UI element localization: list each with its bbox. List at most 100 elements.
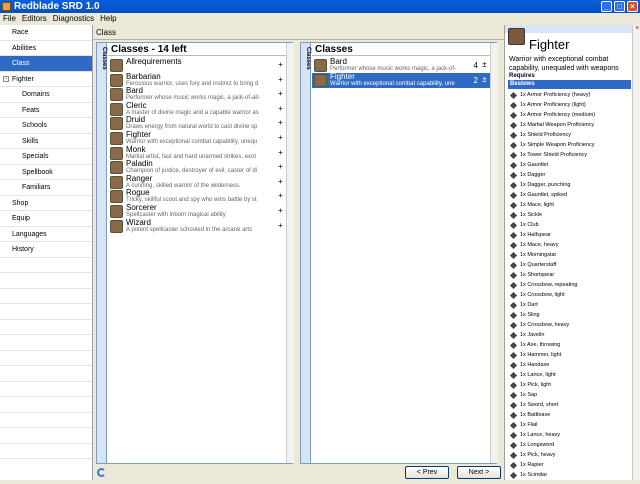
bestows-item: 1x Martial Weapon Proficiency bbox=[511, 120, 594, 130]
add-class-button[interactable]: + bbox=[277, 119, 284, 127]
class-row[interactable]: Ranger A cunning, skilled warrior of the … bbox=[108, 175, 286, 190]
bestows-item: 1x Dart bbox=[511, 300, 538, 310]
sidebar-item-equip[interactable]: Equip bbox=[0, 211, 92, 227]
add-class-button[interactable]: + bbox=[277, 221, 284, 230]
class-level-count: 4 bbox=[473, 61, 478, 70]
bestows-item: 1x Handaxe bbox=[511, 360, 549, 370]
empty-row bbox=[0, 304, 92, 320]
class-row[interactable]: Rogue Tricky, skillful scout and spy who … bbox=[108, 189, 286, 204]
sidebar-item-label: Skills bbox=[22, 137, 39, 145]
bestows-item: 1x Longsword bbox=[511, 440, 554, 450]
prev-button[interactable]: < Prev bbox=[405, 466, 449, 479]
close-icon[interactable]: × bbox=[633, 25, 640, 33]
class-portrait-icon bbox=[110, 102, 123, 116]
sidebar-item-languages[interactable]: Languages bbox=[0, 227, 92, 242]
empty-row bbox=[0, 258, 92, 273]
class-portrait-icon bbox=[110, 146, 123, 160]
window-title: Redblade SRD 1.0 bbox=[14, 1, 100, 12]
sidebar-item-domains[interactable]: Domains bbox=[0, 87, 92, 103]
bestows-item: 1x Sling bbox=[511, 310, 540, 320]
class-row[interactable]: Bard Performer whose music works magic, a… bbox=[108, 87, 286, 102]
sidebar-item-shop[interactable]: Shop bbox=[0, 196, 92, 211]
divider bbox=[93, 39, 504, 40]
class-row[interactable]: Druid Draws energy from natural world to … bbox=[108, 116, 286, 131]
sidebar-item-abilities[interactable]: Abilities bbox=[0, 41, 92, 56]
class-name: Sorcerer bbox=[126, 204, 157, 212]
class-row[interactable]: Monk Martial artist, fast and hard unarme… bbox=[108, 146, 286, 161]
class-row[interactable]: Fighter Warrior with exceptional combat c… bbox=[312, 72, 490, 88]
class-row[interactable]: Barbarian Ferocious warrior, uses fury an… bbox=[108, 73, 286, 88]
left-scrollbar[interactable] bbox=[286, 43, 294, 463]
class-row[interactable]: Allrequirements + bbox=[108, 58, 286, 73]
minimize-button[interactable]: _ bbox=[601, 1, 612, 12]
class-portrait-icon bbox=[110, 205, 123, 218]
class-portrait-icon bbox=[110, 219, 123, 233]
menu-help[interactable]: Help bbox=[100, 13, 116, 24]
class-portrait-icon bbox=[110, 190, 123, 204]
sidebar-item-label: Feats bbox=[22, 106, 40, 114]
sidebar-item-label: History bbox=[12, 246, 34, 253]
close-button[interactable]: × bbox=[627, 1, 638, 12]
sidebar-item-spellbook[interactable]: Spellbook bbox=[0, 165, 92, 180]
class-row[interactable]: Sorcerer Spellcaster with inborn magical … bbox=[108, 204, 286, 219]
add-class-button[interactable]: + bbox=[277, 134, 284, 142]
empty-row bbox=[0, 366, 92, 382]
class-portrait-icon bbox=[110, 59, 123, 72]
collapse-icon[interactable]: - bbox=[3, 75, 9, 82]
bestows-item: 1x Halfspear bbox=[511, 230, 551, 240]
empty-row bbox=[0, 397, 92, 413]
requires-heading: Requires bbox=[509, 73, 535, 79]
class-row[interactable]: Bard Performer whose music works magic, a… bbox=[312, 58, 490, 73]
menu-diagnostics[interactable]: Diagnostics bbox=[53, 13, 94, 24]
add-class-button[interactable]: + bbox=[277, 163, 284, 171]
add-class-button[interactable]: + bbox=[277, 61, 284, 69]
class-name: Ranger bbox=[126, 174, 153, 183]
sidebar-item-specials[interactable]: Specials bbox=[0, 149, 92, 165]
sidebar-item-history[interactable]: History bbox=[0, 242, 92, 258]
empty-row bbox=[0, 273, 92, 289]
add-class-button[interactable]: + bbox=[277, 177, 284, 186]
class-name: Paladin bbox=[126, 160, 153, 169]
class-name: Monk bbox=[126, 145, 146, 154]
menu-file[interactable]: File bbox=[3, 13, 16, 24]
class-row[interactable]: Fighter Warrior with exceptional combat c… bbox=[108, 131, 286, 146]
sidebar-item-race[interactable]: Race bbox=[0, 25, 92, 41]
sidebar-item-familiars[interactable]: Familiars bbox=[0, 180, 92, 196]
tab-classes-left[interactable]: Classes bbox=[97, 43, 107, 463]
next-button[interactable]: Next > bbox=[457, 466, 501, 479]
add-class-button[interactable]: + bbox=[277, 104, 284, 113]
empty-row bbox=[0, 351, 92, 366]
sidebar-item-label: Fighter bbox=[12, 75, 34, 83]
class-portrait-icon bbox=[314, 59, 327, 72]
add-class-button[interactable]: + bbox=[277, 90, 284, 98]
bestows-item: 1x Sword, short bbox=[511, 400, 558, 410]
sidebar-item-class[interactable]: Class bbox=[0, 56, 92, 72]
sidebar-item-feats[interactable]: Feats bbox=[0, 103, 92, 118]
class-row[interactable]: Cleric A master of divine magic and a cap… bbox=[108, 102, 286, 117]
sidebar-item-skills[interactable]: Skills bbox=[0, 134, 92, 149]
detail-scrollbar[interactable]: × bbox=[632, 25, 640, 480]
sidebar-item-fighter[interactable]: - Fighter bbox=[0, 72, 92, 87]
add-class-button[interactable]: + bbox=[277, 75, 284, 84]
app-icon bbox=[2, 2, 11, 11]
empty-row bbox=[0, 382, 92, 397]
class-portrait-icon bbox=[110, 88, 123, 102]
add-class-button[interactable]: + bbox=[277, 207, 284, 215]
refresh-icon[interactable] bbox=[97, 468, 106, 477]
tab-classes-right[interactable]: Classes bbox=[301, 43, 311, 463]
bestows-item: 1x Gauntlet bbox=[511, 160, 548, 170]
maximize-button[interactable]: □ bbox=[614, 1, 625, 12]
menu-editors[interactable]: Editors bbox=[22, 13, 47, 24]
add-class-button[interactable]: + bbox=[277, 148, 284, 157]
sidebar-item-label: Schools bbox=[22, 122, 47, 129]
class-portrait-icon bbox=[110, 132, 123, 145]
fighter-portrait-icon bbox=[508, 28, 525, 45]
sidebar-item-label: Abilities bbox=[12, 44, 37, 52]
class-row[interactable]: Wizard A potent spellcaster schooled in t… bbox=[108, 219, 286, 234]
class-row[interactable]: Paladin Champion of justice, destroyer of… bbox=[108, 160, 286, 175]
adjust-button[interactable]: ± bbox=[481, 61, 488, 69]
add-class-button[interactable]: + bbox=[277, 192, 284, 200]
sidebar-item-schools[interactable]: Schools bbox=[0, 118, 92, 134]
right-scrollbar[interactable] bbox=[490, 43, 498, 463]
adjust-button[interactable]: ± bbox=[481, 75, 488, 84]
